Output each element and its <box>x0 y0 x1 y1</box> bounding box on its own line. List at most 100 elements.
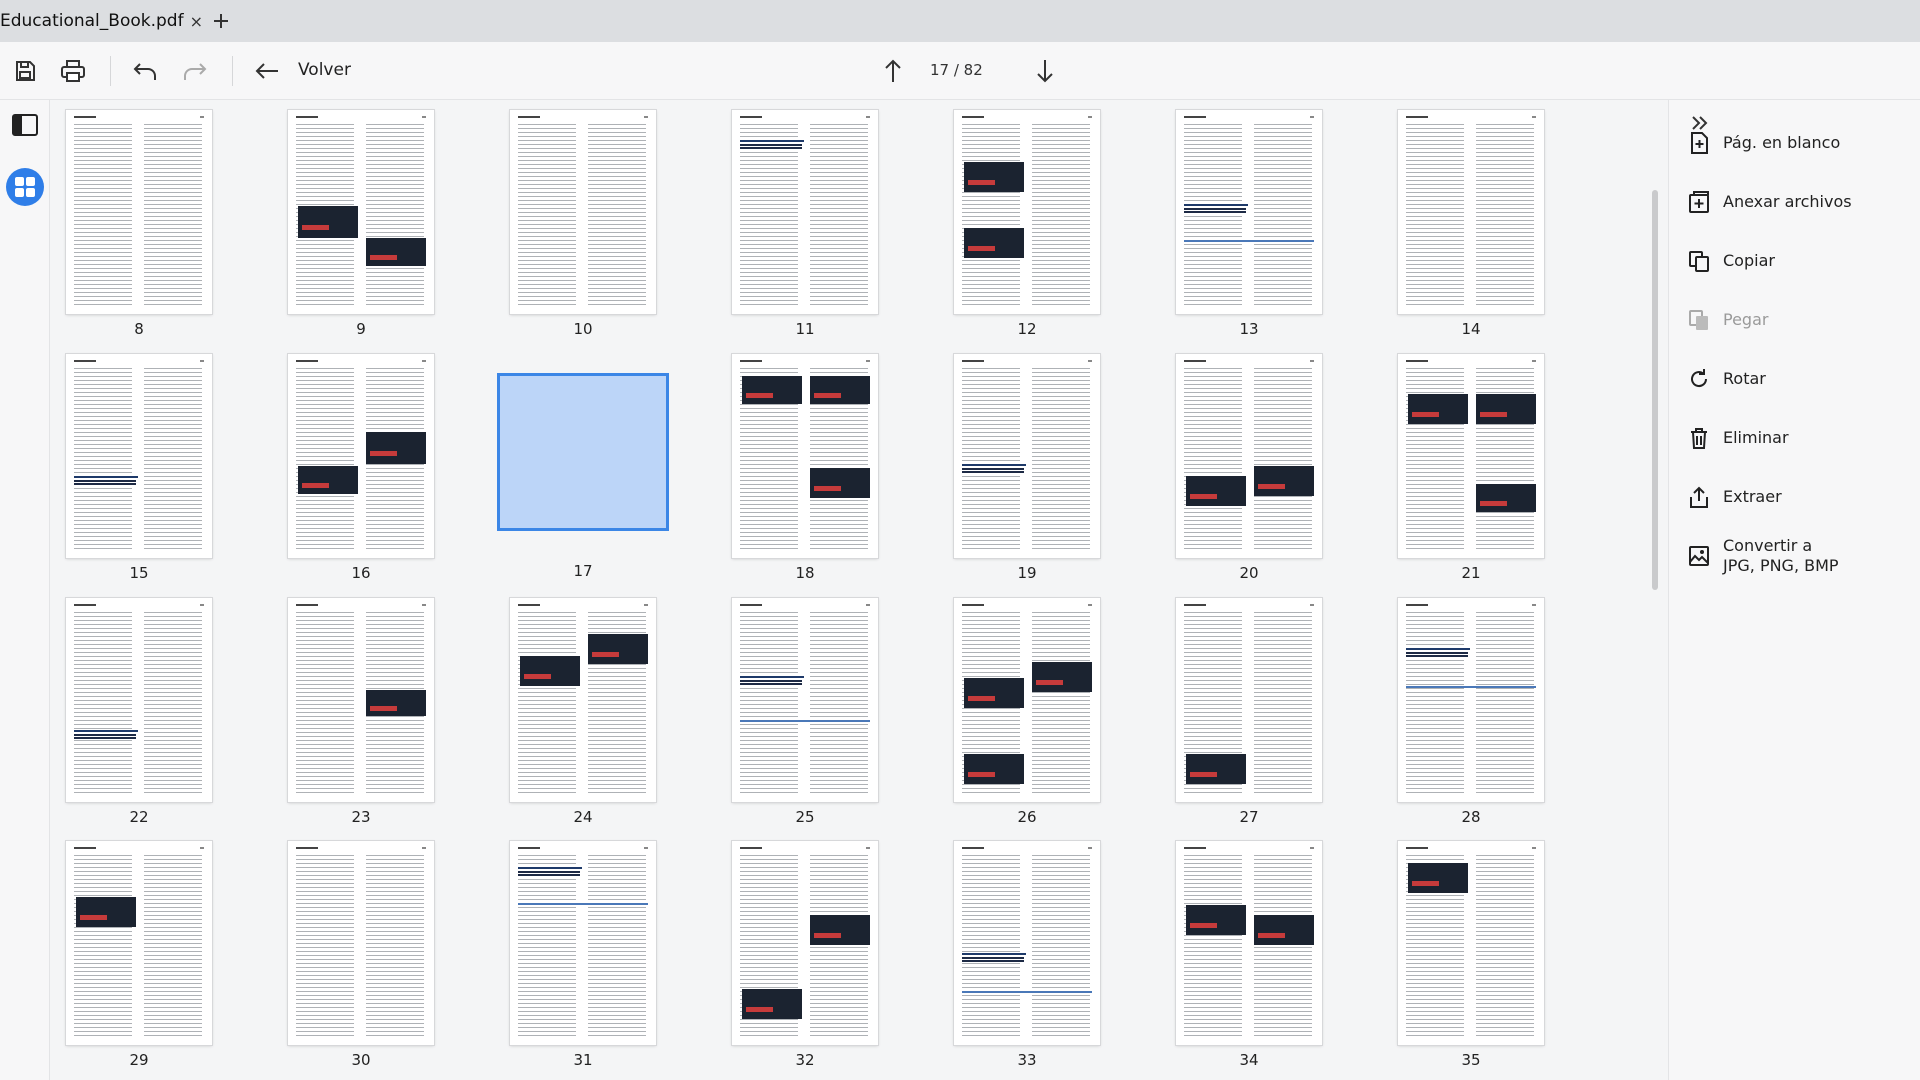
page-image <box>1408 394 1468 424</box>
page-thumbnail-cell[interactable]: 11 <box>706 100 886 340</box>
page-thumbnail-cell[interactable]: 18 <box>706 344 886 584</box>
page-thumbnail[interactable] <box>288 110 434 314</box>
previous-page-button[interactable] <box>876 54 910 88</box>
next-page-button[interactable] <box>1028 54 1062 88</box>
page-thumbnail[interactable] <box>1398 841 1544 1045</box>
page-number-label: 14 <box>1461 320 1481 338</box>
page-header <box>518 847 540 849</box>
page-thumbnail[interactable] <box>954 598 1100 802</box>
text-column <box>74 368 132 550</box>
page-thumbnail-cell[interactable]: 17 <box>484 344 666 584</box>
page-thumbnail-cell[interactable]: 29 <box>50 831 220 1071</box>
page-thumbnail[interactable] <box>510 110 656 314</box>
page-thumbnail[interactable] <box>510 598 656 802</box>
sidebar-toggle-button[interactable] <box>6 106 44 144</box>
page-thumbnail-cell[interactable]: 28 <box>1372 588 1552 828</box>
page-thumbnail-cell[interactable]: 20 <box>1150 344 1330 584</box>
page-thumbnail-cell[interactable]: 22 <box>50 588 220 828</box>
delete-button[interactable]: Eliminar <box>1685 418 1911 458</box>
document-tab[interactable]: Educational_Book.pdf × <box>0 0 203 42</box>
page-number-label: 34 <box>1239 1051 1259 1069</box>
page-thumbnail[interactable] <box>1398 354 1544 558</box>
page-thumbnail-cell[interactable]: 27 <box>1150 588 1330 828</box>
page-thumbnail[interactable] <box>1176 598 1322 802</box>
save-button[interactable] <box>8 54 42 88</box>
page-grid-button[interactable] <box>6 168 44 206</box>
page-thumbnail-cell[interactable]: 12 <box>928 100 1108 340</box>
page-thumbnail-cell[interactable]: 9 <box>262 100 442 340</box>
page-thumbnail-cell[interactable]: 35 <box>1372 831 1552 1071</box>
undo-button[interactable] <box>128 54 162 88</box>
page-number-mark <box>866 604 870 606</box>
page-thumbnail[interactable] <box>1398 110 1544 314</box>
page-thumbnail-cell[interactable]: 16 <box>262 344 442 584</box>
page-thumbnail[interactable] <box>66 110 212 314</box>
convert-button[interactable]: Convertir a JPG, PNG, BMP <box>1685 536 1911 576</box>
extract-button[interactable]: Extraer <box>1685 477 1911 517</box>
page-thumbnail[interactable] <box>732 110 878 314</box>
page-thumbnail-cell[interactable]: 31 <box>484 831 664 1071</box>
blank-page-button[interactable]: Pág. en blanco <box>1685 123 1911 163</box>
page-thumbnail-cell[interactable]: 15 <box>50 344 220 584</box>
page-thumbnail-cell[interactable]: 24 <box>484 588 664 828</box>
selected-page-thumbnail[interactable] <box>500 376 666 528</box>
page-thumbnail-cell[interactable]: 13 <box>1150 100 1330 340</box>
page-thumbnail-cell[interactable]: 10 <box>484 100 664 340</box>
page-thumbnail-cell[interactable]: 19 <box>928 344 1108 584</box>
page-thumbnail[interactable] <box>66 354 212 558</box>
page-thumbnail[interactable] <box>954 841 1100 1045</box>
page-thumbnail[interactable] <box>1176 841 1322 1045</box>
close-tab-icon[interactable]: × <box>190 12 203 31</box>
print-button[interactable] <box>56 54 90 88</box>
page-thumbnail[interactable] <box>732 354 878 558</box>
page-number-label: 33 <box>1017 1051 1037 1069</box>
page-thumbnail-cell[interactable]: 33 <box>928 831 1108 1071</box>
page-thumbnail[interactable] <box>954 354 1100 558</box>
text-column <box>1476 124 1534 306</box>
vertical-scrollbar[interactable] <box>1652 190 1658 590</box>
page-thumbnail[interactable] <box>288 841 434 1045</box>
paste-button[interactable]: Pegar <box>1685 300 1911 340</box>
back-label[interactable]: Volver <box>298 60 351 80</box>
text-column <box>1254 855 1312 1037</box>
page-number-mark <box>1532 360 1536 362</box>
page-thumbnail-cell[interactable]: 8 <box>50 100 220 340</box>
attach-file-icon <box>1685 188 1713 216</box>
rotate-button[interactable]: Rotar <box>1685 359 1911 399</box>
page-thumbnail[interactable] <box>66 598 212 802</box>
page-heading <box>74 476 138 485</box>
page-thumbnail-cell[interactable]: 23 <box>262 588 442 828</box>
page-thumbnail-cell[interactable]: 30 <box>262 831 442 1071</box>
page-thumbnail[interactable] <box>510 841 656 1045</box>
page-thumbnail[interactable] <box>732 598 878 802</box>
page-thumbnail[interactable] <box>732 841 878 1045</box>
page-thumbnail-cell[interactable]: 21 <box>1372 344 1552 584</box>
page-header <box>740 847 762 849</box>
text-column <box>810 124 868 306</box>
page-thumbnail-cell[interactable]: 14 <box>1372 100 1552 340</box>
page-header <box>740 604 762 606</box>
page-thumbnail[interactable] <box>1398 598 1544 802</box>
back-button[interactable] <box>250 54 284 88</box>
page-thumbnail-cell[interactable]: 32 <box>706 831 886 1071</box>
page-number-mark <box>1310 360 1314 362</box>
page-thumbnail-cell[interactable]: 34 <box>1150 831 1330 1071</box>
page-number-label: 30 <box>351 1051 371 1069</box>
page-thumbnail[interactable] <box>288 598 434 802</box>
tab-title: Educational_Book.pdf <box>0 11 184 31</box>
attach-files-button[interactable]: Anexar archivos <box>1685 182 1911 222</box>
new-tab-button[interactable] <box>208 8 234 34</box>
add-page-icon <box>1685 129 1713 157</box>
page-thumbnail[interactable] <box>288 354 434 558</box>
page-thumbnail[interactable] <box>954 110 1100 314</box>
page-thumbnail-cell[interactable]: 26 <box>928 588 1108 828</box>
page-thumbnail-cell[interactable]: 25 <box>706 588 886 828</box>
page-thumbnail[interactable] <box>66 841 212 1045</box>
page-thumbnail[interactable] <box>1176 110 1322 314</box>
copy-button[interactable]: Copiar <box>1685 241 1911 281</box>
page-number-label: 32 <box>795 1051 815 1069</box>
page-thumbnail[interactable] <box>1176 354 1322 558</box>
page-heading <box>74 730 138 739</box>
redo-button[interactable] <box>178 54 212 88</box>
text-column <box>1254 612 1312 794</box>
